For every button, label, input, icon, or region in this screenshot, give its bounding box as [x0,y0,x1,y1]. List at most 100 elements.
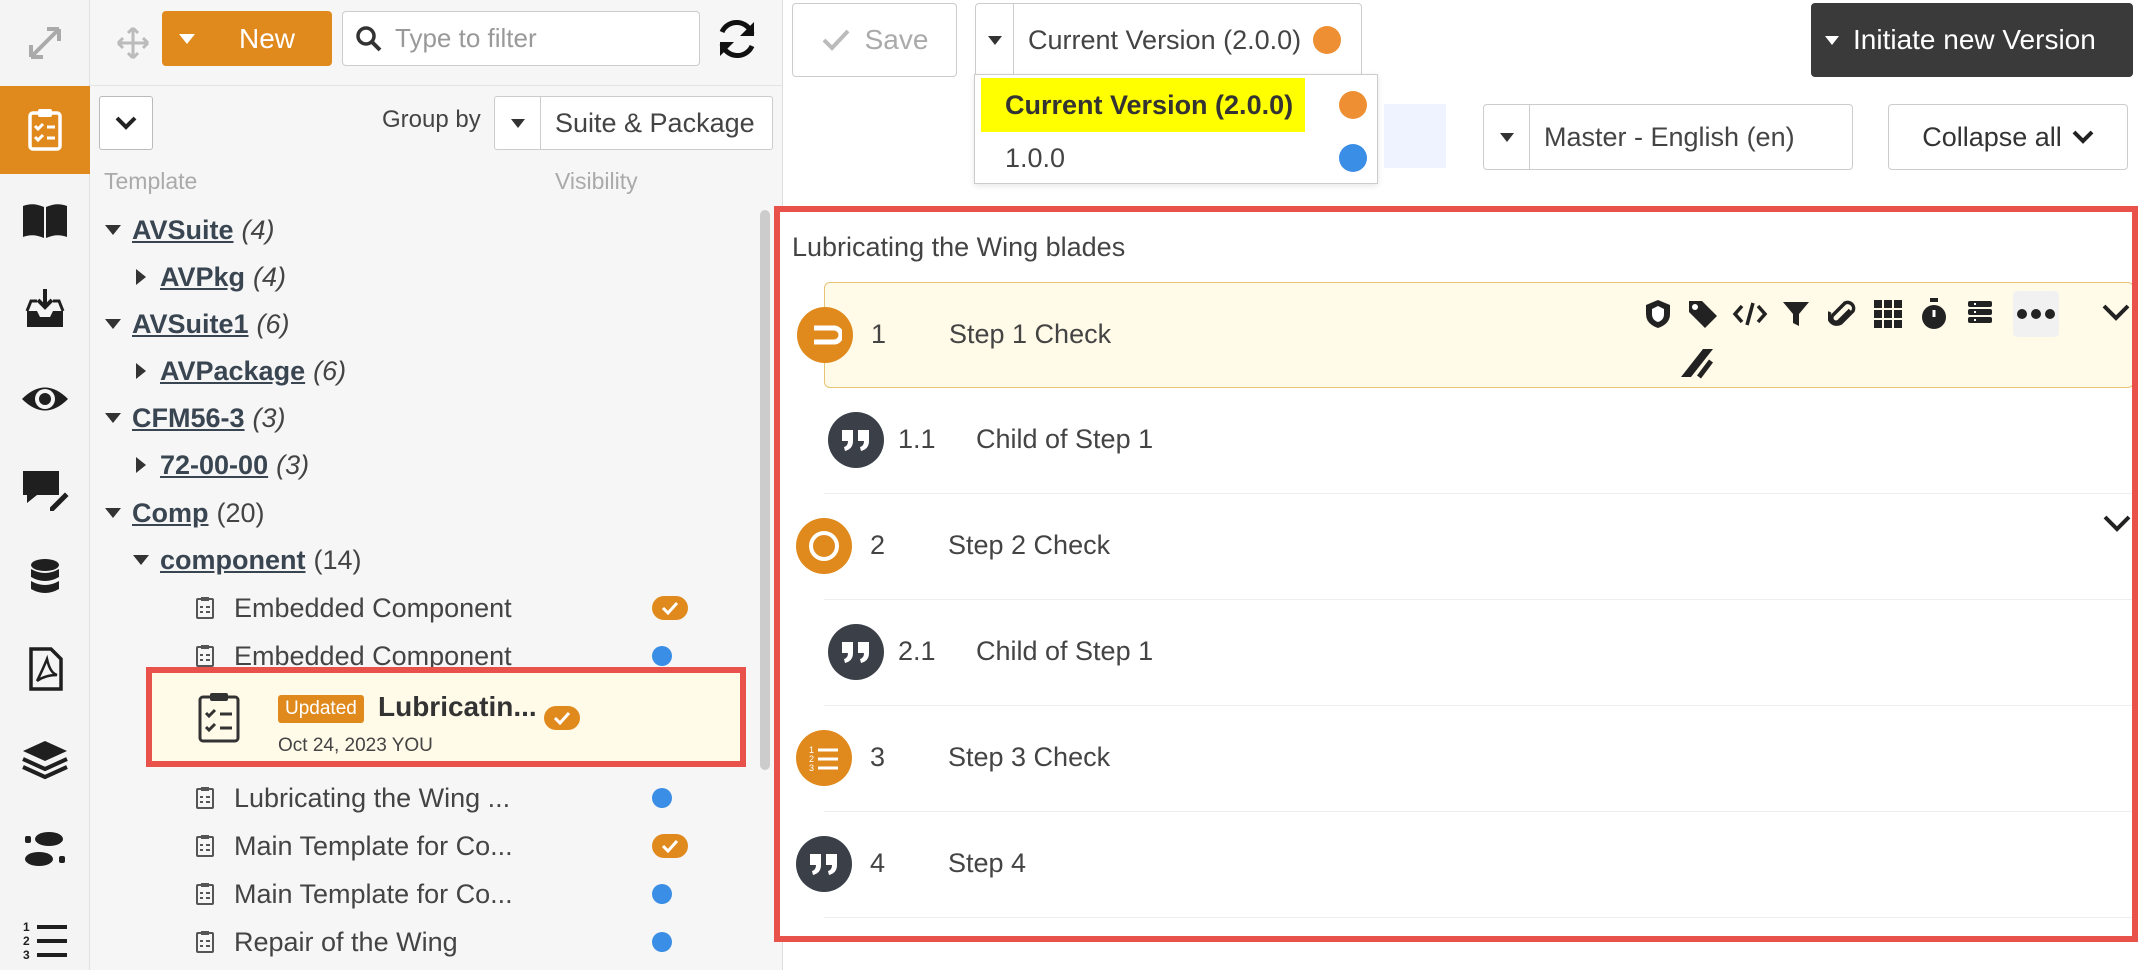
initiate-new-version-button[interactable]: Initiate new Version [1811,3,2133,77]
data-stack-icon[interactable] [1957,291,2003,337]
tree-node-avsuite1[interactable]: AVSuite1 (6) [102,304,290,344]
clipboard-check-icon [196,691,242,748]
database-icon[interactable] [0,535,90,623]
tree-node-count: (3) [252,402,286,433]
tree-node-label[interactable]: AVSuite [132,215,234,246]
caret-down-icon[interactable] [102,413,124,423]
template-item-label[interactable]: Main Template for Co... [234,879,513,910]
step-row[interactable]: 123 3 Step 3 Check [796,706,2132,812]
tree-node-avsuite[interactable]: AVSuite (4) [102,210,275,250]
caret-down-icon [976,4,1014,76]
column-visibility-header: Visibility [555,168,638,194]
tree-scrollbar[interactable] [760,210,770,770]
version-option-label[interactable]: 1.0.0 [981,143,1065,174]
template-item[interactable]: Main Template for Co... [190,824,690,868]
tree-node-label[interactable]: 72-00-00 [160,450,268,481]
step-title[interactable]: Child of Step 1 [976,636,1153,667]
tree-node-label[interactable]: AVPkg [160,262,245,293]
step-row[interactable]: 2 Step 2 Check [796,494,2132,600]
templates-icon[interactable] [0,86,90,174]
step-row[interactable]: 1 Step 1 Check [797,282,2132,388]
filter-icon[interactable] [1773,291,1819,337]
step-row[interactable]: 1.1 Child of Step 1 [824,388,2132,494]
book-icon[interactable] [0,176,90,264]
numbered-list-icon[interactable]: 123 [0,895,90,970]
move-icon[interactable] [110,20,156,66]
code-icon[interactable] [1727,291,1773,337]
refresh-icon[interactable] [712,14,762,64]
step-row[interactable]: 4 Step 4 [796,812,2132,918]
visible-check-icon [544,706,580,730]
more-options-icon[interactable] [2013,291,2059,337]
inbox-download-icon[interactable] [0,265,90,353]
caret-down-icon[interactable] [102,508,124,518]
version-option-label[interactable]: Current Version (2.0.0) [981,78,1306,132]
expand-icon[interactable] [0,0,90,86]
version-dropdown-menu: Current Version (2.0.0) 1.0.0 [974,74,1378,184]
group-by-select[interactable]: Suite & Package [494,96,773,150]
filter-input[interactable] [395,23,685,54]
pdf-icon[interactable] [0,625,90,713]
step-title[interactable]: Step 4 [948,848,1026,879]
chevron-down-icon[interactable] [2101,303,2131,326]
language-select[interactable]: Master - English (en) [1483,104,1853,170]
tree-node-label[interactable]: component [160,545,306,576]
tree-node-count: (20) [216,497,265,528]
caret-right-icon[interactable] [130,457,152,473]
selected-template-item[interactable]: Updated Lubricatin... Oct 24, 2023 YOU [146,667,746,767]
tree-node-count: (6) [313,355,347,386]
version-option-1-0-0[interactable]: 1.0.0 [981,131,1371,185]
caret-down-icon[interactable] [130,555,152,565]
chevron-down-icon[interactable] [2102,514,2132,537]
layers-icon[interactable] [0,715,90,803]
version-option-current[interactable]: Current Version (2.0.0) [981,78,1371,132]
tree-node-cfm56-3[interactable]: CFM56-3 (3) [102,398,286,438]
caret-down-icon[interactable] [102,225,124,235]
version-select[interactable]: Current Version (2.0.0) [975,3,1362,77]
step-title[interactable]: Step 1 Check [949,319,1111,350]
grid-icon[interactable] [1865,291,1911,337]
tree-node-avpkg[interactable]: AVPkg (4) [130,257,286,297]
comment-edit-icon[interactable] [0,445,90,533]
collapse-all-button[interactable]: Collapse all [1888,104,2128,170]
step-title[interactable]: Step 3 Check [948,742,1110,773]
tree-node-avpackage[interactable]: AVPackage (6) [130,351,346,391]
tree-collapse-dropdown[interactable] [99,96,153,150]
template-item-label[interactable]: Embedded Component [234,593,512,624]
new-button[interactable]: New [162,11,332,66]
template-item-label[interactable]: Lubricating the Wing ... [234,783,510,814]
step-title[interactable]: Step 2 Check [948,530,1110,561]
eye-icon[interactable] [0,355,90,443]
tree-node-label[interactable]: CFM56-3 [132,403,245,434]
tree-node-label[interactable]: AVPackage [160,356,305,387]
stopwatch-icon[interactable] [1911,291,1957,337]
caret-down-icon[interactable] [102,319,124,329]
template-item-label[interactable]: Main Template for Co... [234,831,513,862]
shield-icon[interactable] [1635,291,1681,337]
template-doc-icon [190,786,220,810]
template-item[interactable]: Embedded Component [190,586,690,630]
template-item-label[interactable]: Repair of the Wing [234,927,458,958]
paperclip-icon[interactable] [1819,291,1865,337]
step-title[interactable]: Child of Step 1 [976,424,1153,455]
template-item[interactable]: Lubricating the Wing ... [190,776,690,820]
caret-right-icon[interactable] [130,363,152,379]
step-row[interactable]: 2.1 Child of Step 1 [824,600,2132,706]
tree-node-component[interactable]: component (14) [130,540,362,580]
selected-template-title[interactable]: Lubricatin... [378,691,537,723]
tree-node-count: (6) [256,308,290,339]
tree-node-label[interactable]: Comp [132,498,209,529]
template-item[interactable]: Main Template for Co... [190,872,690,916]
template-item[interactable]: Repair of the Wing [190,920,690,964]
save-button[interactable]: Save [792,3,957,77]
tree-node-comp[interactable]: Comp (20) [102,493,265,533]
signature-icon[interactable] [1677,345,1717,384]
caret-right-icon[interactable] [130,269,152,285]
tree-node-72-00-00[interactable]: 72-00-00 (3) [130,445,309,485]
panel-toolbar: New [90,0,783,86]
initiate-new-version-label: Initiate new Version [1853,24,2096,55]
tree-node-label[interactable]: AVSuite1 [132,309,249,340]
filter-box[interactable] [342,11,700,66]
tags-icon[interactable] [1681,291,1727,337]
footsteps-icon[interactable] [0,805,90,893]
